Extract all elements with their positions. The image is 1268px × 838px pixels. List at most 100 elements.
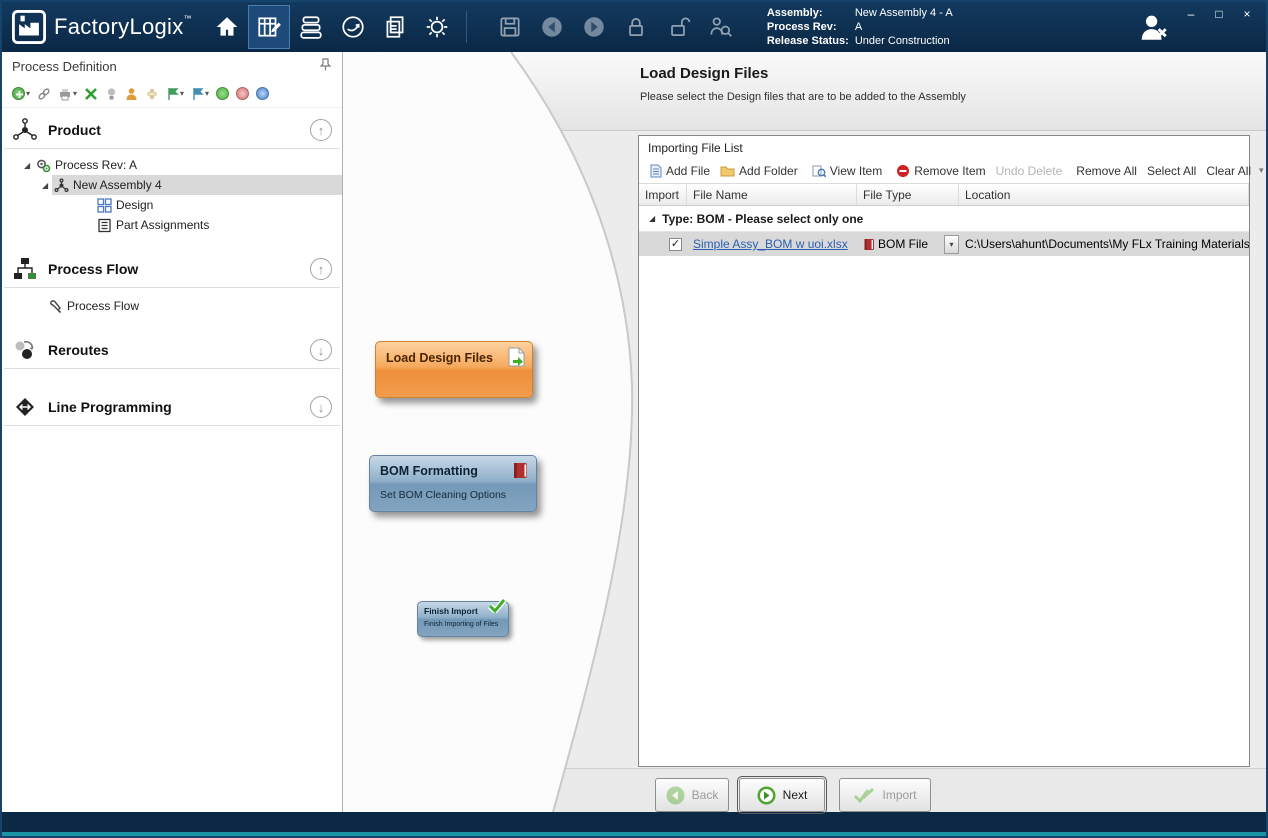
process-definition-sidebar: Process Definition ▾ ▾ ▾ ▾ xyxy=(2,52,343,812)
toolbar-overflow-icon[interactable]: ▾ xyxy=(1256,165,1267,176)
production-button[interactable] xyxy=(332,5,374,49)
remove-all-button[interactable]: Remove All xyxy=(1071,164,1142,178)
select-all-button[interactable]: Select All xyxy=(1142,164,1201,178)
process-flow-collapse-icon[interactable]: ↑ xyxy=(310,258,332,280)
next-arrow-icon xyxy=(757,786,776,805)
add-folder-button[interactable]: Add Folder xyxy=(715,164,803,178)
line-programming-label: Line Programming xyxy=(48,399,172,415)
step-bom-formatting[interactable]: BOM Formatting Set BOM Cleaning Options xyxy=(369,455,537,512)
section-reroutes: Reroutes ↓ xyxy=(2,332,342,369)
unlock-button[interactable] xyxy=(657,5,699,49)
product-icon xyxy=(12,117,38,143)
publish-icon[interactable]: ▾ xyxy=(166,87,184,101)
add-item-icon[interactable]: ▾ xyxy=(12,87,30,100)
column-header-import[interactable]: Import xyxy=(639,184,687,205)
pin-icon[interactable] xyxy=(319,58,332,74)
clear-all-button[interactable]: Clear All xyxy=(1201,164,1256,178)
export-excel-icon[interactable] xyxy=(84,87,98,101)
product-header[interactable]: Product ↑ xyxy=(2,112,342,148)
import-button[interactable]: Import xyxy=(839,778,931,812)
tree-item-new-assembly[interactable]: ◢ New Assembly 4 xyxy=(2,175,342,195)
window-controls: – □ × xyxy=(1178,4,1260,24)
undo-delete-button[interactable]: Undo Delete xyxy=(991,164,1068,178)
reroutes-header[interactable]: Reroutes ↓ xyxy=(2,332,342,368)
bom-file-icon xyxy=(863,238,875,251)
file-list-column-headers: Import File Name File Type Location xyxy=(639,184,1249,206)
next-button[interactable]: Next xyxy=(739,778,825,812)
close-button[interactable]: × xyxy=(1234,4,1260,24)
file-name-link[interactable]: Simple Assy_BOM w uoi.xlsx xyxy=(693,237,848,251)
wizard-header: Load Design Files Please select the Desi… xyxy=(640,65,966,103)
add-file-button[interactable]: Add File xyxy=(645,164,715,178)
logout-user-icon[interactable] xyxy=(1136,10,1170,44)
import-checkbox[interactable]: ✓ xyxy=(669,238,682,251)
documents-button[interactable] xyxy=(374,5,416,49)
favorites-icon[interactable] xyxy=(145,87,159,101)
column-header-location[interactable]: Location xyxy=(959,184,1249,205)
file-type-dropdown[interactable]: ▾ xyxy=(944,235,959,254)
status-hold-icon[interactable] xyxy=(236,87,249,100)
reroutes-label: Reroutes xyxy=(48,342,109,358)
part-assignments-icon xyxy=(97,218,112,233)
lock-button[interactable] xyxy=(615,5,657,49)
finish-check-icon xyxy=(488,598,506,618)
forward-nav-button[interactable] xyxy=(573,5,615,49)
hyperlink-icon[interactable] xyxy=(37,87,51,101)
materials-button[interactable] xyxy=(290,5,332,49)
product-label: Product xyxy=(48,122,101,138)
bom-book-icon xyxy=(511,461,529,485)
settings-gear-button[interactable] xyxy=(416,5,458,49)
step3-sublabel: Finish Importing of Files xyxy=(424,621,502,628)
process-flow-header[interactable]: Process Flow ↑ xyxy=(2,251,342,287)
main-area: Load Design Files Please select the Desi… xyxy=(343,52,1266,812)
user-assign-icon[interactable] xyxy=(125,87,138,101)
back-button[interactable]: Back xyxy=(655,778,729,812)
process-rev-label: Process Rev: A xyxy=(55,158,137,172)
process-definition-button[interactable] xyxy=(248,5,290,49)
wizard-title: Load Design Files xyxy=(640,65,966,82)
minimize-button[interactable]: – xyxy=(1178,4,1204,24)
audit-search-button[interactable] xyxy=(699,5,741,49)
assembly-label: New Assembly 4 xyxy=(73,178,162,192)
group-header-label: Type: BOM - Please select only one xyxy=(662,212,863,226)
step-load-design-files[interactable]: Load Design Files xyxy=(375,341,533,398)
tree-item-process-rev[interactable]: ◢ Process Rev: A xyxy=(2,155,342,175)
tree-item-process-flow[interactable]: Process Flow xyxy=(2,296,342,316)
reroutes-expand-icon[interactable]: ↓ xyxy=(310,339,332,361)
section-product: Product ↑ ◢ Process Rev: A ◢ New Assemb xyxy=(2,112,342,235)
file-location: C:\Users\ahunt\Documents\My FLx Training… xyxy=(965,237,1249,251)
expander-icon[interactable]: ◢ xyxy=(42,181,52,190)
expander-icon[interactable]: ◢ xyxy=(24,161,34,170)
remove-item-button[interactable]: Remove Item xyxy=(891,164,990,178)
column-header-file-name[interactable]: File Name xyxy=(687,184,857,205)
status-released-icon[interactable] xyxy=(216,87,229,100)
titlebar: FactoryLogix™ xyxy=(2,2,1266,52)
print-icon[interactable]: ▾ xyxy=(58,87,77,101)
step2-sublabel: Set BOM Cleaning Options xyxy=(380,489,526,501)
process-flow-item-icon xyxy=(48,299,63,314)
product-collapse-icon[interactable]: ↑ xyxy=(310,119,332,141)
template-icon[interactable] xyxy=(105,87,118,101)
process-rev-value: A xyxy=(855,20,862,34)
group-expander-icon[interactable]: ◢ xyxy=(649,214,655,223)
maximize-button[interactable]: □ xyxy=(1206,4,1232,24)
view-item-button[interactable]: View Item xyxy=(807,164,887,178)
status-info-icon[interactable] xyxy=(256,87,269,100)
column-header-file-type[interactable]: File Type xyxy=(857,184,959,205)
tree-item-part-assignments[interactable]: Part Assignments xyxy=(2,215,342,235)
file-type-value: BOM File xyxy=(878,237,928,251)
bom-group-row[interactable]: ◢ Type: BOM - Please select only one xyxy=(639,206,1249,232)
tree-item-design[interactable]: Design xyxy=(2,195,342,215)
step2-label: BOM Formatting xyxy=(380,464,526,478)
view-item-icon xyxy=(812,164,826,178)
step-finish-import[interactable]: Finish Import Finish Importing of Files xyxy=(417,601,509,637)
file-row[interactable]: ✓ Simple Assy_BOM w uoi.xlsx BOM File ▾ … xyxy=(639,232,1249,256)
line-programming-expand-icon[interactable]: ↓ xyxy=(310,396,332,418)
back-nav-button[interactable] xyxy=(531,5,573,49)
line-programming-header[interactable]: Line Programming ↓ xyxy=(2,389,342,425)
app-logo-icon xyxy=(12,10,46,44)
deploy-icon[interactable]: ▾ xyxy=(191,87,209,101)
home-button[interactable] xyxy=(206,5,248,49)
add-folder-icon xyxy=(720,165,735,177)
save-button[interactable] xyxy=(489,5,531,49)
